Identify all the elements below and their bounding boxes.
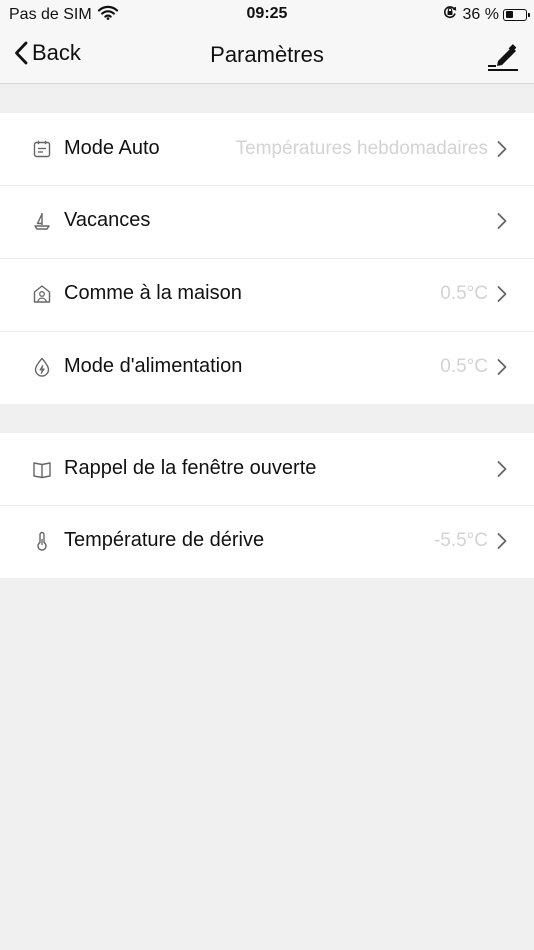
- row-value: Températures hebdomadaires: [235, 138, 488, 159]
- row-vacances[interactable]: Vacances: [0, 185, 534, 258]
- row-value: 0.5°C: [440, 283, 488, 304]
- row-comme-a-la-maison[interactable]: Comme à la maison 0.5°C: [0, 258, 534, 331]
- window-icon: [33, 462, 51, 479]
- chevron-right-icon: [497, 359, 507, 375]
- status-right: 36 %: [443, 5, 530, 24]
- chevron-right-icon: [497, 286, 507, 302]
- status-bar: Pas de SIM 09:25 36 %: [0, 0, 534, 28]
- battery-icon: [503, 8, 530, 21]
- row-rappel-fenetre-ouverte[interactable]: Rappel de la fenêtre ouverte: [0, 433, 534, 505]
- row-value: 0.5°C: [440, 356, 488, 377]
- page-title: Paramètres: [210, 42, 324, 67]
- row-label: Comme à la maison: [64, 282, 242, 304]
- settings-group-main: Mode Auto Températures hebdomadaires Vac…: [0, 113, 534, 404]
- power-drop-icon: [34, 357, 50, 377]
- orientation-lock-icon: [443, 5, 457, 24]
- row-value: -5.5°C: [433, 530, 488, 551]
- chevron-right-icon: [497, 213, 507, 229]
- row-label: Mode Auto: [64, 137, 160, 159]
- edit-button[interactable]: [486, 39, 520, 73]
- pencil-icon: [488, 44, 518, 71]
- home-person-icon: [33, 285, 51, 303]
- battery-percentage: 36 %: [462, 5, 499, 23]
- navigation-bar: Back Paramètres: [0, 28, 534, 84]
- row-label: Température de dérive: [64, 529, 265, 551]
- chevron-right-icon: [497, 461, 507, 477]
- row-temperature-derive[interactable]: Température de dérive -5.5°C: [0, 505, 534, 578]
- row-label: Vacances: [64, 209, 151, 231]
- chevron-right-icon: [497, 141, 507, 157]
- boat-icon: [34, 213, 50, 230]
- row-label: Mode d'alimentation: [64, 355, 243, 377]
- row-label: Rappel de la fenêtre ouverte: [64, 457, 317, 479]
- row-mode-alimentation[interactable]: Mode d'alimentation 0.5°C: [0, 331, 534, 404]
- settings-group-secondary: Rappel de la fenêtre ouverte Température…: [0, 433, 534, 578]
- calendar-icon: [33, 140, 51, 158]
- row-mode-auto[interactable]: Mode Auto Températures hebdomadaires: [0, 113, 534, 185]
- chevron-right-icon: [497, 533, 507, 549]
- thermometer-icon: [37, 531, 47, 551]
